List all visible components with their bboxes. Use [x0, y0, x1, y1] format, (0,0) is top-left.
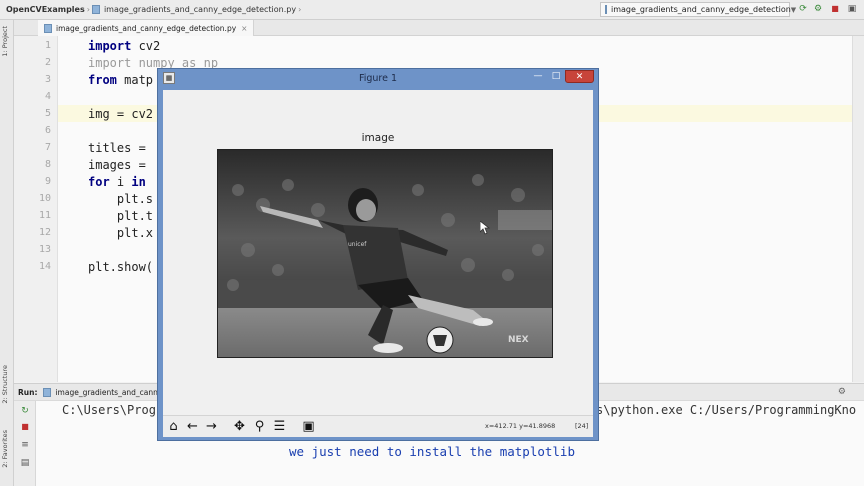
- code-line[interactable]: images =: [88, 158, 146, 172]
- code-text: cv2: [131, 39, 161, 53]
- breadcrumb: OpenCVExamples › image_gradients_and_can…: [0, 5, 309, 14]
- code-text: i: [109, 175, 132, 189]
- line-number: 13: [38, 244, 51, 255]
- mouse-cursor-icon: [480, 221, 490, 235]
- code-line[interactable]: titles =: [88, 141, 146, 155]
- run-configuration-select[interactable]: image_gradients_and_canny_edge_detection…: [600, 2, 796, 17]
- code-line[interactable]: from matp: [88, 73, 153, 87]
- editor-scrollbar[interactable]: [852, 36, 864, 382]
- figure-canvas[interactable]: image unicef NEX: [163, 90, 593, 415]
- line-number: 1: [44, 40, 51, 51]
- line-number: 11: [38, 210, 51, 221]
- close-button[interactable]: ✕: [565, 70, 594, 83]
- line-number: 6: [44, 125, 51, 136]
- debug-icon[interactable]: ⚙: [812, 3, 824, 15]
- line-number-gutter: 1 2 3 4 5 6 7 8 9 10 11 12 13 14: [14, 36, 58, 382]
- python-file-icon: [44, 23, 52, 33]
- python-file-icon: [605, 5, 607, 14]
- line-number: 2: [44, 57, 51, 68]
- console-line: C:\Users\Prog: [62, 403, 156, 417]
- line-number: 12: [38, 227, 51, 238]
- figure-window[interactable]: ▦ Figure 1 — □ ✕ image unicef NEX ⌂ ← → …: [157, 68, 599, 441]
- line-number: 7: [44, 142, 51, 153]
- sdk-settings-icon[interactable]: ▣: [846, 3, 858, 15]
- code-line[interactable]: plt.t: [88, 209, 153, 223]
- code-line[interactable]: img = cv2: [88, 107, 153, 121]
- chevron-down-icon: ▼: [790, 5, 797, 14]
- zoom-icon[interactable]: ⚲: [251, 418, 268, 435]
- soccer-player-illustration: unicef NEX: [218, 150, 552, 357]
- keyword: in: [131, 175, 146, 189]
- stop-icon[interactable]: ■: [19, 421, 31, 433]
- code-text: matp: [116, 73, 154, 87]
- maximize-button[interactable]: □: [548, 70, 564, 83]
- cursor-coordinates: x=412.71 y=41.8968: [485, 422, 556, 430]
- run-label: Run:: [18, 387, 38, 397]
- axes-title: image: [361, 132, 395, 144]
- python-file-icon: [43, 387, 52, 397]
- editor-tab-strip: image_gradients_and_canny_edge_detection…: [14, 20, 864, 36]
- subplots-config-icon[interactable]: ☰: [271, 418, 288, 435]
- figure-titlebar[interactable]: ▦ Figure 1 — □ ✕: [158, 69, 598, 89]
- code-line[interactable]: plt.x: [88, 226, 153, 240]
- line-number: 10: [38, 193, 51, 204]
- stop-icon[interactable]: ■: [829, 3, 841, 15]
- line-number: 9: [44, 176, 51, 187]
- gear-icon[interactable]: ⚙: [838, 387, 846, 397]
- forward-arrow-icon[interactable]: →: [203, 418, 220, 435]
- line-number: 3: [44, 74, 51, 85]
- home-icon[interactable]: ⌂: [165, 418, 182, 435]
- pan-icon[interactable]: ✥: [231, 418, 248, 435]
- project-tool-tab[interactable]: 1: Project: [1, 26, 9, 57]
- structure-tool-tab[interactable]: 2: Structure: [1, 365, 9, 404]
- figure-toolbar: ⌂ ← → ✥ ⚲ ☰ ▣ x=412.71 y=41.8968 [24]: [163, 415, 593, 437]
- project-name[interactable]: OpenCVExamples: [6, 5, 85, 14]
- pixel-value: [24]: [575, 422, 589, 430]
- minimize-button[interactable]: —: [530, 70, 546, 83]
- code-line[interactable]: import cv2: [88, 39, 160, 53]
- keyword: for: [88, 175, 110, 189]
- code-line[interactable]: for i in: [88, 175, 146, 189]
- run-configuration-label: image_gradients_and_canny_edge_detection: [611, 5, 791, 14]
- keyword: from: [88, 73, 117, 87]
- video-subtitle: we just need to install the matplotlib: [289, 444, 575, 459]
- tab-label: image_gradients_and_canny_edge_detection…: [56, 23, 237, 33]
- line-number: 5: [44, 108, 51, 119]
- breadcrumb-separator-icon: ›: [86, 5, 90, 14]
- tab-editor-file[interactable]: image_gradients_and_canny_edge_detection…: [38, 20, 255, 36]
- run-tab[interactable]: image_gradients_and_cann: [55, 388, 157, 397]
- close-icon[interactable]: ×: [241, 24, 247, 33]
- code-line[interactable]: plt.s: [88, 192, 153, 206]
- breadcrumb-separator-icon: ›: [298, 5, 302, 14]
- save-icon[interactable]: ▣: [300, 418, 317, 435]
- code-line[interactable]: plt.show(: [88, 260, 153, 274]
- keyword: import: [88, 39, 132, 53]
- ide-titlebar: OpenCVExamples › image_gradients_and_can…: [0, 0, 864, 20]
- python-file-icon: [91, 5, 100, 14]
- back-arrow-icon[interactable]: ←: [184, 418, 201, 435]
- console-line-tail: s\python.exe C:/Users/ProgrammingKno: [596, 403, 857, 417]
- line-number: 14: [38, 261, 51, 272]
- rerun-icon[interactable]: ⟳: [797, 3, 809, 15]
- breadcrumb-file[interactable]: image_gradients_and_canny_edge_detection…: [104, 5, 296, 14]
- line-number: 8: [44, 159, 51, 170]
- watermark-logo: NEX: [508, 335, 529, 345]
- grayscale-soccer-player-image[interactable]: unicef NEX: [217, 149, 553, 358]
- rerun-icon[interactable]: ↻: [19, 405, 31, 417]
- left-tool-strip: 1: Project 2: Structure 2: Favorites: [0, 20, 14, 486]
- svg-text:unicef: unicef: [348, 241, 367, 248]
- line-number: 4: [44, 91, 51, 102]
